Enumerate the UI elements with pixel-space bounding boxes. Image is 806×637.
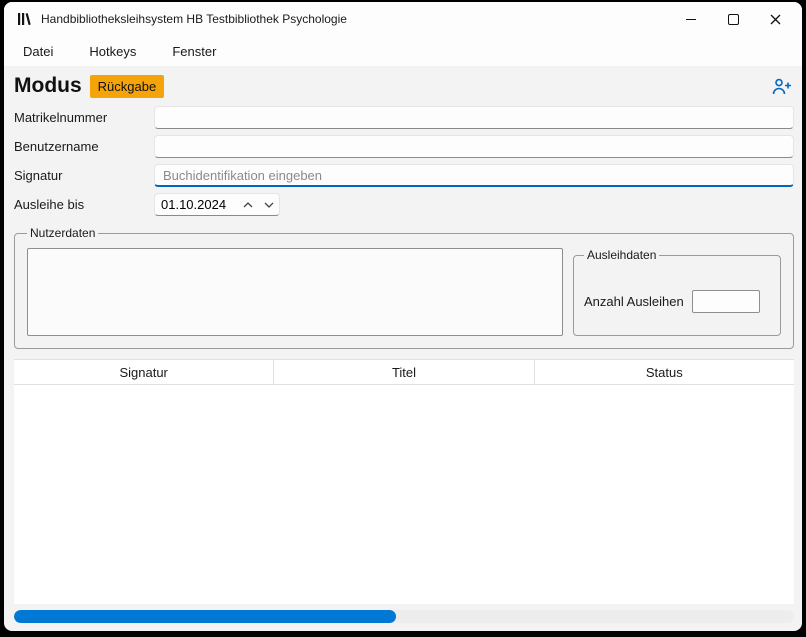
close-icon <box>770 14 781 25</box>
nutzerdaten-group: Nutzerdaten Ausleihdaten Anzahl Ausleihe… <box>14 226 794 349</box>
matrikelnummer-row: Matrikelnummer <box>14 106 794 129</box>
benutzername-row: Benutzername <box>14 135 794 158</box>
close-button[interactable] <box>754 4 796 34</box>
mode-badge: Rückgabe <box>90 75 165 98</box>
person-add-icon <box>771 78 792 95</box>
matrikelnummer-label: Matrikelnummer <box>14 110 154 125</box>
column-header-titel: Titel <box>274 360 534 384</box>
modus-label: Modus <box>14 74 82 98</box>
matrikelnummer-input[interactable] <box>154 106 794 129</box>
menu-fenster[interactable]: Fenster <box>161 39 227 64</box>
menu-datei[interactable]: Datei <box>12 39 64 64</box>
minimize-button[interactable] <box>670 4 712 34</box>
table-body[interactable] <box>14 385 794 604</box>
progress-bar-fill <box>14 610 396 623</box>
ausleihdaten-group-title: Ausleihdaten <box>584 248 659 262</box>
benutzername-label: Benutzername <box>14 139 154 154</box>
ausleihe-bis-row: Ausleihe bis <box>14 193 794 216</box>
mode-header: Modus Rückgabe <box>14 74 794 98</box>
ausleihe-bis-label: Ausleihe bis <box>14 197 154 212</box>
nutzerdaten-group-title: Nutzerdaten <box>27 226 98 240</box>
titlebar: Handbibliotheksleihsystem HB Testbibliot… <box>4 2 802 36</box>
nutzerdaten-textarea[interactable] <box>27 248 563 336</box>
benutzername-input[interactable] <box>154 135 794 158</box>
anzahl-ausleihen-input[interactable] <box>692 290 760 313</box>
signatur-row: Signatur <box>14 164 794 187</box>
date-increment-button[interactable] <box>237 195 258 214</box>
chevron-up-icon <box>243 202 253 208</box>
app-window: Handbibliotheksleihsystem HB Testbibliot… <box>2 0 804 633</box>
date-decrement-button[interactable] <box>258 195 279 214</box>
app-icon <box>16 11 32 27</box>
menubar: Datei Hotkeys Fenster <box>4 36 802 66</box>
window-title: Handbibliotheksleihsystem HB Testbibliot… <box>41 12 347 26</box>
signatur-input[interactable] <box>154 164 794 187</box>
minimize-icon <box>686 19 696 20</box>
date-input[interactable] <box>155 197 237 212</box>
column-header-signatur: Signatur <box>14 360 274 384</box>
anzahl-ausleihen-label: Anzahl Ausleihen <box>584 294 684 309</box>
results-table: Signatur Titel Status <box>14 359 794 604</box>
menu-hotkeys[interactable]: Hotkeys <box>78 39 147 64</box>
table-header: Signatur Titel Status <box>14 360 794 385</box>
maximize-icon <box>728 14 739 25</box>
progress-bar <box>14 610 794 623</box>
maximize-button[interactable] <box>712 4 754 34</box>
chevron-down-icon <box>264 202 274 208</box>
column-header-status: Status <box>535 360 794 384</box>
ausleihdaten-group: Ausleihdaten Anzahl Ausleihen <box>573 248 781 336</box>
signatur-label: Signatur <box>14 168 154 183</box>
add-user-button[interactable] <box>769 76 794 97</box>
date-spinner <box>154 193 280 216</box>
content-area: Modus Rückgabe Matrikelnummer Benutzerna… <box>4 66 802 631</box>
